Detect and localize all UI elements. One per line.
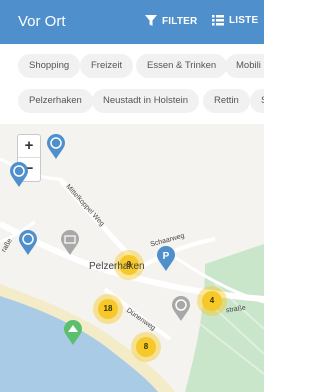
filter-icon [145,15,157,26]
health-pin-icon[interactable] [171,296,191,322]
chip-mobilitaet[interactable]: Mobili [225,54,264,78]
chip-rettin[interactable]: Rettin [203,89,250,113]
chip-pelzerhaken[interactable]: Pelzerhaken [18,89,93,113]
cluster-marker[interactable]: 18 [98,299,118,319]
restaurant-pin-icon[interactable] [46,134,66,160]
filter-label: FILTER [162,15,198,27]
town-label: Pelzerhaken [89,261,145,272]
shop-pin-icon[interactable] [9,162,29,188]
filter-button[interactable]: FILTER [145,15,197,27]
zoom-in-button[interactable]: + [18,135,40,157]
cluster-marker[interactable]: 4 [202,291,222,311]
list-label: LISTE [229,15,259,26]
mail-pin-icon[interactable] [60,230,80,256]
nature-pin-icon[interactable] [63,320,83,346]
page-title: Vor Ort [18,13,66,30]
place-chips: Pelzerhaken Neustadt in Holstein Rettin … [0,87,264,115]
chip-neustadt[interactable]: Neustadt in Holstein [92,89,200,113]
parking-pin-icon[interactable]: P [156,246,176,272]
list-icon [212,15,224,26]
list-button[interactable]: LISTE [212,15,258,26]
map-view[interactable]: + − P 9 4 18 8 Pelzerhaken Mittelkoppel … [0,124,264,392]
chip-freizeit[interactable]: Freizeit [80,54,134,78]
chip-more[interactable]: S [250,89,264,113]
chip-essen-trinken[interactable]: Essen & Trinken [136,54,228,78]
category-chips: Shopping Freizeit Essen & Trinken Mobili [0,52,264,80]
chip-shopping[interactable]: Shopping [18,54,81,78]
cluster-marker[interactable]: 8 [136,337,156,357]
svg-text:P: P [163,251,170,262]
restaurant-pin-icon[interactable] [18,230,38,256]
app-bar: Vor Ort FILTER LISTE [0,0,264,44]
